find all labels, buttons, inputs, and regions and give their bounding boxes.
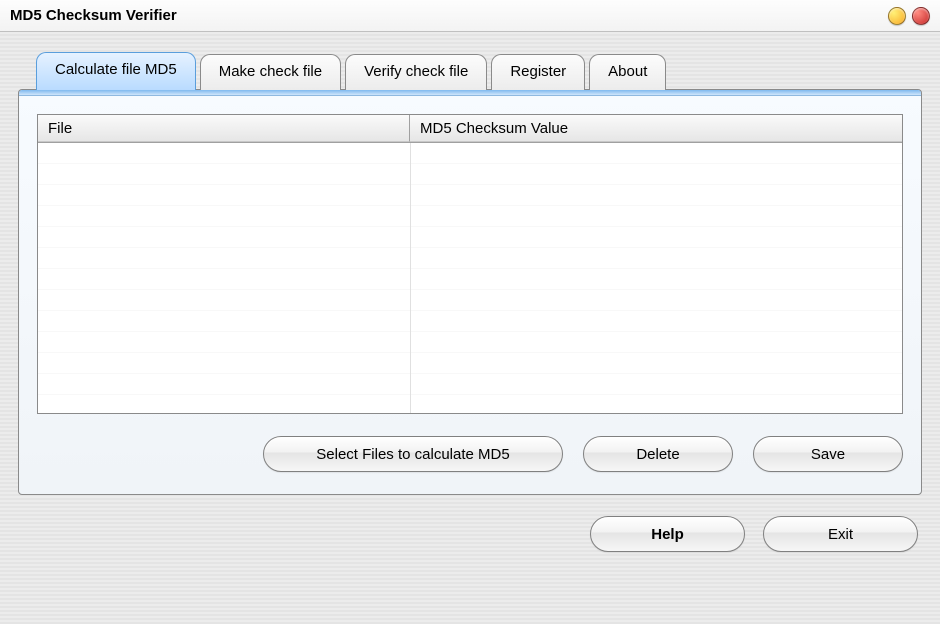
tab-label: Make check file: [219, 63, 322, 80]
column-label: File: [48, 120, 72, 137]
tab-label: Verify check file: [364, 63, 468, 80]
button-label: Save: [811, 446, 845, 463]
tab-about[interactable]: About: [589, 54, 666, 90]
minimize-button[interactable]: [888, 7, 906, 25]
footer-buttons: Help Exit: [18, 516, 922, 552]
table-body[interactable]: [38, 143, 902, 413]
tab-label: About: [608, 63, 647, 80]
tab-label: Register: [510, 63, 566, 80]
tab-calculate-file-md5[interactable]: Calculate file MD5: [36, 52, 196, 90]
panel-body: File MD5 Checksum Value Select Files to …: [19, 96, 921, 494]
close-button[interactable]: [912, 7, 930, 25]
column-label: MD5 Checksum Value: [420, 120, 568, 137]
column-header-md5[interactable]: MD5 Checksum Value: [410, 115, 902, 142]
save-button[interactable]: Save: [753, 436, 903, 472]
file-table: File MD5 Checksum Value: [37, 114, 903, 414]
button-label: Select Files to calculate MD5: [316, 446, 509, 463]
window-title: MD5 Checksum Verifier: [10, 7, 177, 24]
main-area: Calculate file MD5 Make check file Verif…: [0, 32, 940, 624]
button-label: Exit: [828, 526, 853, 543]
table-header: File MD5 Checksum Value: [38, 115, 902, 143]
panel-buttons: Select Files to calculate MD5 Delete Sav…: [37, 436, 903, 472]
tab-verify-check-file[interactable]: Verify check file: [345, 54, 487, 90]
tab-make-check-file[interactable]: Make check file: [200, 54, 341, 90]
tab-register[interactable]: Register: [491, 54, 585, 90]
select-files-button[interactable]: Select Files to calculate MD5: [263, 436, 563, 472]
delete-button[interactable]: Delete: [583, 436, 733, 472]
exit-button[interactable]: Exit: [763, 516, 918, 552]
button-label: Help: [651, 526, 684, 543]
tab-label: Calculate file MD5: [55, 61, 177, 78]
tab-panel: File MD5 Checksum Value Select Files to …: [18, 89, 922, 495]
tabstrip: Calculate file MD5 Make check file Verif…: [36, 52, 922, 90]
help-button[interactable]: Help: [590, 516, 745, 552]
app-window: MD5 Checksum Verifier Calculate file MD5…: [0, 0, 940, 624]
titlebar-controls: [888, 7, 930, 25]
column-header-file[interactable]: File: [38, 115, 410, 142]
button-label: Delete: [636, 446, 679, 463]
titlebar: MD5 Checksum Verifier: [0, 0, 940, 32]
